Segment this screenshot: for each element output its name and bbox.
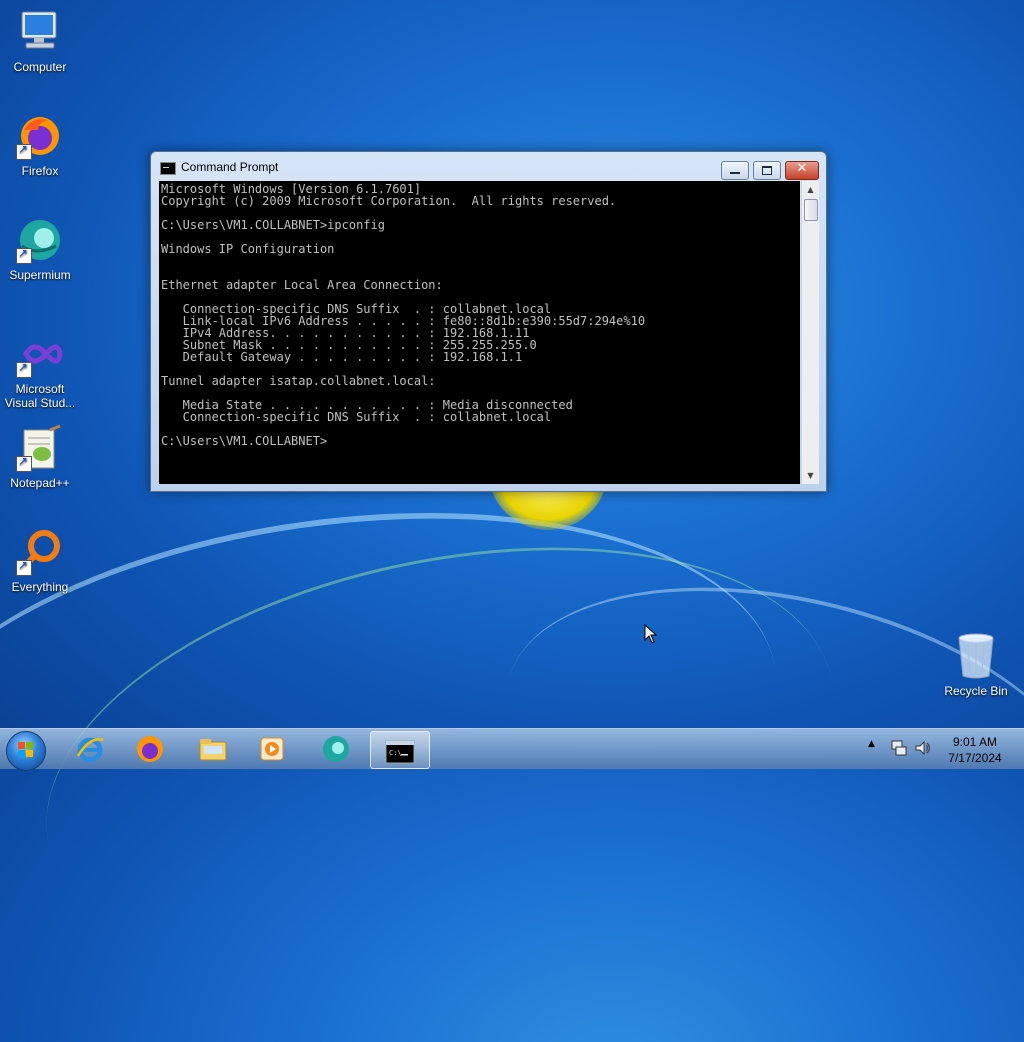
show-hidden-icons-icon[interactable]: ▲: [868, 739, 875, 749]
supermium-icon: [323, 736, 349, 762]
desktop-icon-computer[interactable]: Computer: [0, 8, 80, 74]
file-explorer-icon: [199, 739, 227, 761]
console-line: C:\Users\VM1.COLLABNET>ipconfig: [161, 218, 385, 232]
desktop-icon-everything[interactable]: Everything: [0, 528, 80, 594]
firefox-icon: [137, 736, 163, 762]
shortcut-arrow-icon: [16, 558, 32, 576]
visual-studio-icon: [16, 330, 64, 378]
clock-time: 9:01 AM: [952, 735, 998, 749]
console-text: Microsoft Windows [Version 6.1.7601] Cop…: [159, 181, 800, 447]
taskbar-command-prompt[interactable]: C:\: [370, 731, 430, 769]
console-line: Tunnel adapter isatap.collabnet.local:: [161, 374, 436, 388]
taskbar-clock[interactable]: 9:01 AM 7/17/2024: [936, 734, 1014, 766]
desktop-icon-firefox[interactable]: Firefox: [0, 112, 80, 178]
taskbar: C:\ ▲ 9:01 AM 7/17/2024: [0, 728, 1024, 771]
console-line: Windows IP Configuration: [161, 242, 335, 256]
volume-icon[interactable]: [914, 739, 932, 757]
taskbar-firefox[interactable]: [122, 731, 178, 767]
minimize-button[interactable]: [721, 161, 749, 180]
taskbar-supermium[interactable]: [308, 731, 364, 767]
console-line: Copyright (c) 2009 Microsoft Corporation…: [161, 194, 617, 208]
console-line: Default Gateway . . . . . . . . . : 192.…: [161, 350, 523, 364]
close-icon: ✕: [796, 161, 808, 176]
internet-explorer-icon: [76, 737, 104, 763]
clock-date: 7/17/2024: [948, 751, 1002, 765]
command-prompt-icon: [160, 162, 176, 175]
recycle-bin-icon: [952, 630, 1000, 682]
windows-logo-icon: [18, 742, 34, 758]
everything-icon: [16, 528, 64, 576]
desktop-icon-notepad-plus-plus[interactable]: Notepad++: [0, 424, 80, 490]
shortcut-arrow-icon: [16, 142, 32, 160]
scroll-down-icon[interactable]: ▼: [802, 467, 819, 484]
network-icon[interactable]: [890, 739, 908, 757]
desktop-icon-visual-studio[interactable]: Microsoft Visual Stud...: [0, 330, 80, 410]
firefox-icon: [16, 112, 64, 160]
scroll-thumb[interactable]: [804, 199, 818, 221]
taskbar-file-explorer[interactable]: [185, 731, 241, 767]
supermium-icon: [16, 216, 64, 264]
console-line: Connection-specific DNS Suffix . : colla…: [161, 410, 552, 424]
start-button[interactable]: [6, 731, 46, 771]
console-line: Ethernet adapter Local Area Connection:: [161, 278, 443, 292]
command-prompt-window[interactable]: Command Prompt ✕ Microsoft Windows [Vers…: [150, 151, 827, 492]
computer-icon: [16, 8, 64, 56]
taskbar-media-player[interactable]: [244, 731, 300, 767]
mouse-cursor-icon: [644, 624, 658, 644]
window-title: Command Prompt: [181, 160, 279, 174]
desktop-icon-supermium[interactable]: Supermium: [0, 216, 80, 282]
vertical-scrollbar[interactable]: ▲ ▼: [801, 181, 819, 484]
scroll-up-icon[interactable]: ▲: [802, 181, 819, 198]
command-prompt-icon: C:\: [385, 740, 415, 764]
taskbar-internet-explorer[interactable]: [62, 731, 118, 767]
console-line: C:\Users\VM1.COLLABNET>: [161, 434, 328, 448]
window-titlebar[interactable]: Command Prompt ✕: [151, 152, 826, 180]
shortcut-arrow-icon: [16, 246, 32, 264]
maximize-button[interactable]: [753, 161, 781, 180]
shortcut-arrow-icon: [16, 454, 32, 472]
console-output[interactable]: Microsoft Windows [Version 6.1.7601] Cop…: [159, 181, 800, 484]
desktop-icon-recycle-bin[interactable]: Recycle Bin: [940, 630, 1012, 698]
shortcut-arrow-icon: [16, 360, 32, 378]
close-button[interactable]: ✕: [785, 161, 819, 180]
notepad-plus-plus-icon: [16, 424, 64, 472]
media-player-icon: [260, 737, 284, 761]
svg-text:C:\: C:\: [389, 749, 402, 757]
